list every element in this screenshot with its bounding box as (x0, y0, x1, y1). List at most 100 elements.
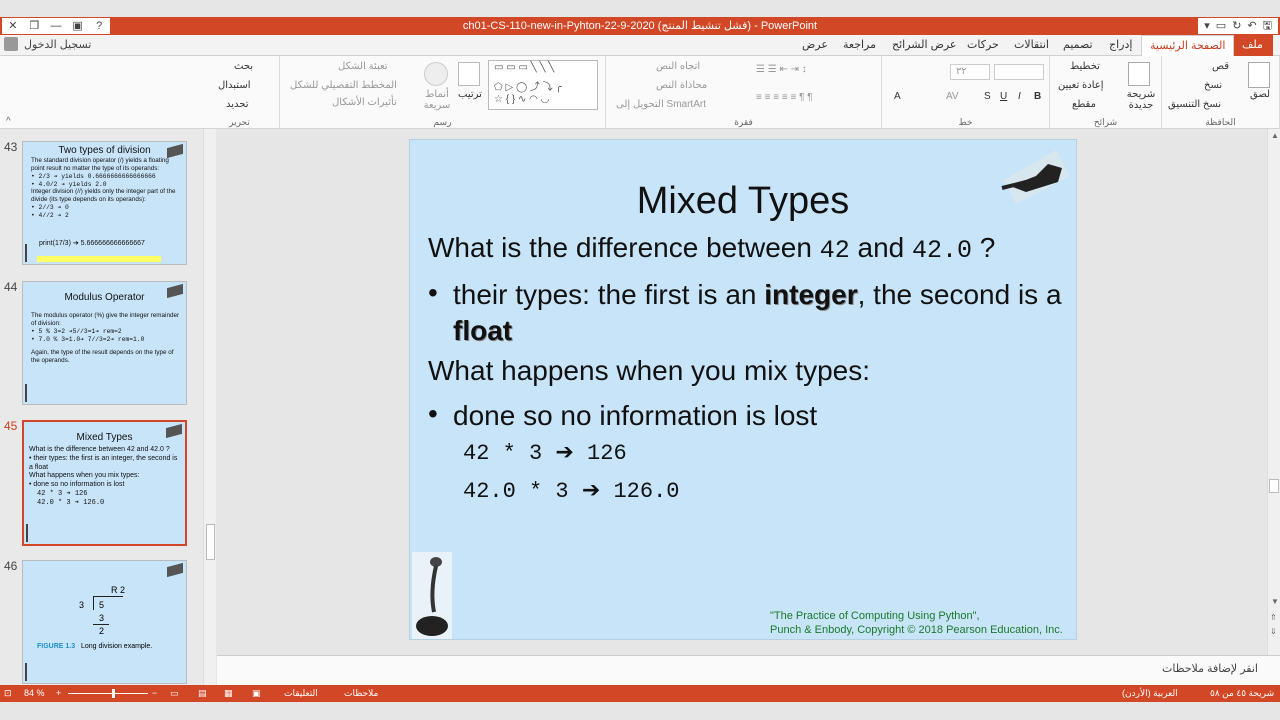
slide-number: 43 (4, 140, 18, 154)
fit-to-window-icon[interactable]: ⊡ (4, 688, 12, 699)
font-group: ٣٢ B I U S AV A خط (882, 56, 1050, 129)
smartart-button[interactable]: التحويل إلى SmartArt (616, 99, 706, 110)
shape-outline-button[interactable]: المخطط التفصيلي للشكل (290, 80, 397, 91)
thumb-line: • 2//3 ➔ 0 (31, 204, 69, 212)
quick-styles-icon[interactable] (424, 62, 448, 86)
font-name-box[interactable] (994, 64, 1044, 80)
editor-scrollbar[interactable]: ▲ ▼ ⇑ ⇓ (1267, 129, 1280, 655)
zoom-slider-knob[interactable] (112, 689, 115, 698)
font-color-icon[interactable]: A (894, 91, 901, 102)
previous-slide-icon[interactable]: ⇑ (1270, 613, 1277, 622)
find-button[interactable]: بحث (234, 61, 253, 72)
bullet-icon: • (428, 398, 438, 429)
thumb-line: What is the difference between 42 and 42… (29, 446, 170, 453)
paragraph-group: اتجاه النص محاذاة النص التحويل إلى Smart… (606, 56, 882, 129)
reset-button[interactable]: إعادة تعيين (1058, 80, 1104, 91)
ostrich-icon (26, 524, 34, 542)
powerpoint-window: ✕ ❐ — ▣ ? ch01-CS-110-new-in-Pyhton-22-9… (0, 0, 1280, 720)
shadow-icon[interactable]: S (984, 91, 991, 102)
tab-home[interactable]: الصفحة الرئيسية (1141, 35, 1235, 56)
underline-icon[interactable]: U (1000, 91, 1007, 102)
scroll-thumb[interactable] (1269, 479, 1279, 493)
ex2-expr: 42.0 * 3 (463, 479, 582, 504)
format-painter-button[interactable]: نسخ التنسيق (1168, 99, 1221, 110)
thumb-line: • 7.0 % 3=1.0➔ 7//3=2➔ rem=1.0 (31, 335, 145, 343)
figure-caption: Long division example. (81, 643, 153, 650)
tab-transitions[interactable]: انتقالات (1014, 35, 1049, 56)
scroll-up-icon[interactable]: ▲ (1271, 131, 1279, 140)
thumb-line: 42 * 3 ➔ 126 (37, 489, 88, 498)
select-button[interactable]: تحديد (226, 99, 249, 110)
bold-icon[interactable]: B (1034, 91, 1041, 102)
shape-fill-button[interactable]: تعبئة الشكل (338, 61, 388, 72)
zoom-slider[interactable] (68, 689, 148, 698)
arrange-button[interactable]: ترتيب (458, 89, 482, 100)
current-slide[interactable]: Mixed Types What is the difference betwe… (409, 139, 1077, 640)
slide-thumbnail-46[interactable]: R 2 3 5 3 2 FIGURE 1.3 Long division exa… (22, 560, 187, 684)
thumb-title: Mixed Types (76, 432, 133, 443)
slide-thumbnail-45[interactable]: Mixed Types What is the difference betwe… (22, 420, 187, 546)
italic-icon[interactable]: I (1018, 91, 1021, 102)
sign-in[interactable]: تسجيل الدخول (4, 37, 91, 51)
repeat-icon[interactable]: ↻ (1232, 18, 1241, 34)
bullets-icon[interactable]: ☰ ☰ ⇤ ⇥ ↕ (756, 64, 807, 75)
tab-file[interactable]: ملف (1232, 35, 1273, 56)
scroll-down-icon[interactable]: ▼ (1271, 597, 1279, 606)
replace-button[interactable]: استبدال (218, 80, 251, 91)
scroll-thumb[interactable] (206, 524, 215, 560)
title-bar: ✕ ❐ — ▣ ? ch01-CS-110-new-in-Pyhton-22-9… (0, 17, 1280, 35)
quick-styles-button[interactable]: أنماط سريعة (420, 89, 454, 111)
layout-button[interactable]: تخطيط (1070, 61, 1100, 72)
slide-sorter-icon[interactable]: ▦ (224, 688, 233, 699)
thumb-line: The modulus operator (%) give the intege… (31, 312, 180, 327)
comments-button[interactable]: التعليقات (284, 688, 318, 699)
present-icon[interactable]: ▭ (1216, 18, 1226, 34)
credit-line-2: Punch & Enbody, Copyright © 2018 Pearson… (770, 624, 1063, 636)
reading-view-icon[interactable]: ▤ (198, 688, 207, 699)
question-2: What happens when you mix types: (428, 355, 871, 386)
next-slide-icon[interactable]: ⇓ (1270, 627, 1277, 636)
thumb-line: What happens when you mix types: (29, 472, 140, 480)
thumb-extra: print(17/3) ➔ 5.666666666666667 (39, 240, 145, 247)
align-text-button[interactable]: محاذاة النص (656, 80, 707, 91)
notes-button[interactable]: ملاحظات (344, 688, 378, 699)
thumbnails-scrollbar[interactable] (203, 129, 216, 685)
zoom-level[interactable]: 84 % (24, 688, 45, 698)
tab-review[interactable]: مراجعة (843, 35, 876, 56)
tab-insert[interactable]: إدراج (1109, 35, 1132, 56)
thumb-line: 42.0 * 3 ➔ 126.0 (37, 498, 105, 507)
tab-slideshow[interactable]: عرض الشرائح (892, 35, 957, 56)
font-size-value: ٣٢ (956, 66, 967, 77)
bullet-icon: • (428, 277, 438, 308)
paste-icon[interactable] (1248, 62, 1270, 88)
slideshow-icon[interactable]: ▭ (170, 688, 179, 699)
char-spacing-icon[interactable]: AV (946, 91, 959, 102)
new-slide-button[interactable]: شريحة جديدة (1124, 89, 1158, 111)
thumb-line: • their types: the first is an integer, … (29, 454, 178, 471)
shape-effects-button[interactable]: تأثيرات الأشكال (332, 97, 397, 108)
customize-qat-icon[interactable]: ▾ (1204, 18, 1210, 34)
ostrich-icon (25, 663, 33, 681)
text-direction-button[interactable]: اتجاه النص (656, 61, 700, 72)
normal-view-icon[interactable]: ▣ (252, 688, 261, 699)
notes-pane[interactable]: انقر لإضافة ملاحظات (217, 655, 1280, 685)
copy-button[interactable]: نسخ (1204, 80, 1222, 91)
undo-icon[interactable]: ↶ (1247, 18, 1256, 34)
new-slide-icon[interactable] (1128, 62, 1150, 86)
slide-thumbnail-44[interactable]: Modulus Operator The modulus operator (%… (22, 281, 187, 405)
paste-button[interactable]: لصق (1250, 89, 1270, 100)
save-icon[interactable]: 🖫 (1263, 18, 1272, 34)
tab-view[interactable]: عرض (802, 35, 828, 56)
zoom-in-icon[interactable]: + (56, 688, 61, 698)
example-2: 42.0 * 3 ➔ 126.0 (463, 478, 679, 504)
align-icons[interactable]: ≡ ≡ ≡ ≡ ≡ ¶ ¶ (756, 92, 813, 103)
tab-animations[interactable]: حركات (967, 35, 999, 56)
tab-design[interactable]: تصميم (1063, 35, 1093, 56)
cut-button[interactable]: قص (1212, 61, 1229, 72)
arrow-right-icon: ➔ (555, 440, 574, 465)
section-button[interactable]: مقطع (1072, 99, 1096, 110)
zoom-out-icon[interactable]: − (152, 688, 157, 698)
slide-thumbnail-43[interactable]: Two types of division The standard divis… (22, 141, 187, 265)
collapse-ribbon-icon[interactable]: ^ (6, 116, 11, 127)
arrange-icon[interactable] (458, 62, 480, 86)
